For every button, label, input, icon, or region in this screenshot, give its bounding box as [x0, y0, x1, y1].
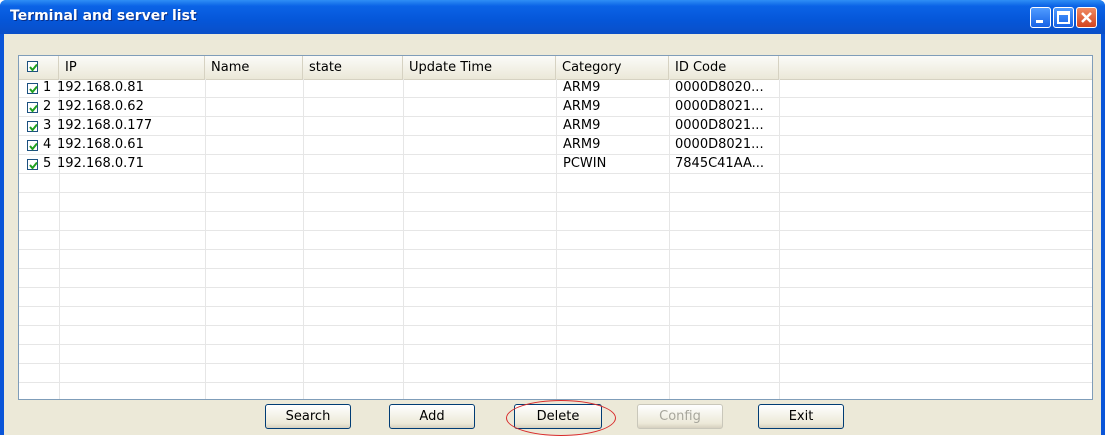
table-row[interactable]: 1 192.168.0.81 ARM9 0000D8020...: [19, 79, 1092, 98]
title-bar[interactable]: Terminal and server list: [0, 0, 1105, 34]
select-all-checkbox[interactable]: [27, 61, 38, 72]
empty-row: [19, 174, 1092, 193]
select-all-header[interactable]: [19, 56, 59, 79]
empty-row: [19, 345, 1092, 364]
empty-row: [19, 307, 1092, 326]
column-header-id-code[interactable]: ID Code: [669, 56, 779, 79]
row-checkbox[interactable]: [27, 159, 38, 170]
row-checkbox[interactable]: [27, 102, 38, 113]
cell-id-code: 0000D8021...: [675, 137, 764, 152]
row-checkbox[interactable]: [27, 83, 38, 94]
empty-row: [19, 193, 1092, 212]
check-icon: [29, 63, 38, 72]
row-index: 5: [43, 156, 52, 171]
column-header-ip[interactable]: IP: [59, 56, 205, 79]
cell-ip: 192.168.0.61: [57, 137, 144, 152]
column-header-name[interactable]: Name: [205, 56, 303, 79]
cell-ip: 192.168.0.81: [57, 80, 144, 95]
cell-ip: 192.168.0.62: [57, 99, 144, 114]
table-row[interactable]: 5 192.168.0.71 PCWIN 7845C41AA...: [19, 155, 1092, 174]
check-icon: [29, 123, 38, 132]
row-index: 2: [43, 99, 52, 114]
empty-row: [19, 383, 1092, 399]
server-list[interactable]: IP Name state Update Time Category ID Co…: [18, 55, 1093, 400]
cell-category: ARM9: [563, 99, 601, 114]
cell-ip: 192.168.0.71: [57, 156, 144, 171]
cell-id-code: 7845C41AA...: [675, 156, 765, 171]
cell-category: PCWIN: [563, 156, 607, 171]
window: Terminal and server list IP Name state U…: [0, 0, 1105, 436]
close-button[interactable]: [1076, 7, 1097, 28]
cell-id-code: 0000D8021...: [675, 118, 764, 133]
empty-row: [19, 326, 1092, 345]
cell-id-code: 0000D8021...: [675, 99, 764, 114]
cell-category: ARM9: [563, 80, 601, 95]
row-index: 1: [43, 80, 52, 95]
search-button[interactable]: Search: [265, 404, 351, 429]
column-header-update-time[interactable]: Update Time: [403, 56, 556, 79]
close-icon: [1081, 12, 1092, 23]
minimize-icon: [1036, 20, 1043, 23]
add-button[interactable]: Add: [389, 404, 475, 429]
empty-row: [19, 212, 1092, 231]
config-button: Config: [637, 404, 723, 429]
cell-category: ARM9: [563, 137, 601, 152]
check-icon: [29, 104, 38, 113]
row-checkbox[interactable]: [27, 140, 38, 151]
window-title: Terminal and server list: [10, 8, 197, 24]
empty-row: [19, 250, 1092, 269]
exit-button[interactable]: Exit: [758, 404, 844, 429]
table-row[interactable]: 3 192.168.0.177 ARM9 0000D8021...: [19, 117, 1092, 136]
cell-category: ARM9: [563, 118, 601, 133]
maximize-icon: [1057, 11, 1070, 24]
row-index: 3: [43, 118, 52, 133]
minimize-button[interactable]: [1030, 7, 1051, 28]
cell-id-code: 0000D8020...: [675, 80, 764, 95]
empty-row: [19, 288, 1092, 307]
check-icon: [29, 161, 38, 170]
check-icon: [29, 85, 38, 94]
row-checkbox[interactable]: [27, 121, 38, 132]
empty-row: [19, 269, 1092, 288]
empty-row: [19, 364, 1092, 383]
maximize-button[interactable]: [1053, 7, 1074, 28]
table-row[interactable]: 2 192.168.0.62 ARM9 0000D8021...: [19, 98, 1092, 117]
column-header-category[interactable]: Category: [556, 56, 669, 79]
check-icon: [29, 142, 38, 151]
cell-ip: 192.168.0.177: [57, 118, 153, 133]
row-index: 4: [43, 137, 52, 152]
table-row[interactable]: 4 192.168.0.61 ARM9 0000D8021...: [19, 136, 1092, 155]
delete-highlight-annotation: [506, 400, 616, 436]
empty-row: [19, 231, 1092, 250]
list-header: IP Name state Update Time Category ID Co…: [19, 56, 1092, 80]
column-header-state[interactable]: state: [303, 56, 403, 79]
